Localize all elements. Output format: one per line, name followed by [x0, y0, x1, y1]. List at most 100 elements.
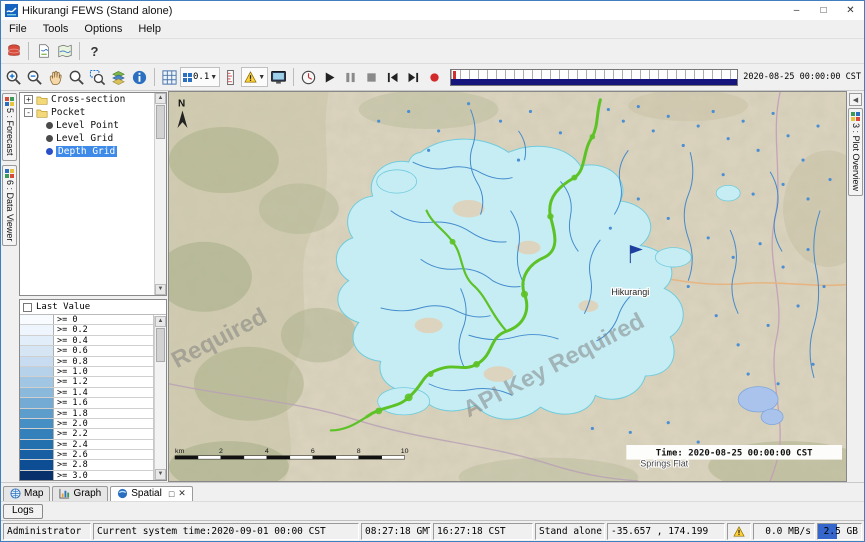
current-time-button[interactable] [298, 67, 319, 88]
timeline-slider[interactable] [450, 69, 738, 86]
zoom-in-button[interactable] [3, 67, 24, 88]
scrollbar-thumb[interactable] [156, 328, 165, 362]
layer-dot-icon [46, 122, 53, 129]
legend-row[interactable]: >= 0 [20, 315, 153, 325]
legend-row[interactable]: >= 0.8 [20, 357, 153, 367]
map-canvas[interactable]: API Key Required API Key Required Hikura… [169, 92, 846, 481]
play-button[interactable] [319, 67, 340, 88]
tree-item-level-grid[interactable]: Level Grid [20, 132, 166, 145]
legend-row[interactable]: >= 2.2 [20, 429, 153, 439]
sidebar-tab-plot-overview[interactable]: 3 : Plot Overview [848, 108, 863, 196]
layers-button[interactable] [108, 67, 129, 88]
legend-rows: >= 0>= 0.2>= 0.4>= 0.6>= 0.8>= 1.0>= 1.2… [20, 315, 154, 481]
sidebar-tab-forecast[interactable]: 5 : Forecast [2, 93, 17, 161]
minimize-button[interactable]: – [783, 1, 810, 20]
legend-row[interactable]: >= 1.6 [20, 398, 153, 408]
pan-button[interactable] [45, 67, 66, 88]
legend-row[interactable]: >= 0.2 [20, 325, 153, 335]
scale-button[interactable] [220, 67, 241, 88]
step-back-button[interactable] [382, 67, 403, 88]
zoom-region-button[interactable] [87, 67, 108, 88]
globe-icon [10, 488, 21, 499]
toolbar-separator [79, 42, 80, 60]
legend-row[interactable]: >= 2.8 [20, 460, 153, 470]
interval-dropdown[interactable]: 0.1 ▼ [180, 67, 220, 87]
legend-row[interactable]: >= 2.0 [20, 419, 153, 429]
panel-maximize-icon[interactable]: □ [169, 489, 174, 499]
map-town-label: Hikurangi [611, 287, 649, 297]
scroll-down-icon[interactable]: ▼ [155, 284, 166, 295]
close-button[interactable]: ✕ [837, 1, 864, 20]
monitor-icon [270, 70, 287, 85]
database-button[interactable] [3, 41, 24, 62]
legend-row[interactable]: >= 1.2 [20, 377, 153, 387]
tab-map[interactable]: Map [3, 486, 50, 501]
zoom-tool-button[interactable] [66, 67, 87, 88]
menu-file[interactable]: File [1, 20, 35, 38]
expand-icon[interactable]: + [24, 95, 33, 104]
map-display-button[interactable] [54, 41, 75, 62]
collapse-icon[interactable]: - [24, 108, 33, 117]
maximize-button[interactable]: □ [810, 1, 837, 20]
scroll-up-icon[interactable]: ▲ [155, 316, 166, 327]
help-button[interactable]: ? [84, 41, 105, 62]
last-value-checkbox[interactable] [23, 303, 32, 312]
tab-graph[interactable]: Graph [52, 486, 108, 501]
legend-row[interactable]: >= 1.0 [20, 367, 153, 377]
menu-help[interactable]: Help [130, 20, 169, 38]
application-window: Hikurangi FEWS (Stand alone) – □ ✕ File … [0, 0, 865, 542]
tree-scrollbar[interactable]: ▲ ▼ [154, 93, 166, 295]
info-icon [131, 69, 148, 86]
status-system-time: Current system time:2020-09-01 00:00 CST [93, 523, 359, 540]
legend-row[interactable]: >= 3.0 [20, 471, 153, 481]
status-warning-cell[interactable] [727, 523, 751, 540]
legend-panel: Last Value >= 0>= 0.2>= 0.4>= 0.6>= 0.8>… [19, 299, 167, 481]
tab-spatial[interactable]: Spatial □ ✕ [110, 486, 193, 501]
tree-item-cross-section[interactable]: + Cross-section [20, 93, 166, 106]
app-logo-icon [5, 4, 18, 17]
legend-label: >= 2.8 [54, 460, 88, 469]
legend-row[interactable]: >= 1.8 [20, 409, 153, 419]
map-viewport[interactable]: API Key Required API Key Required Hikura… [168, 91, 847, 482]
warning-icon [244, 71, 257, 83]
collapse-panel-button[interactable]: ◀ [849, 93, 862, 106]
display-button[interactable] [268, 67, 289, 88]
scroll-down-icon[interactable]: ▼ [155, 469, 166, 480]
stop-icon [364, 70, 379, 85]
tree-item-depth-grid[interactable]: Depth Grid [20, 145, 166, 158]
record-button[interactable] [424, 67, 445, 88]
stop-button[interactable] [361, 67, 382, 88]
legend-row[interactable]: >= 1.4 [20, 388, 153, 398]
pan-hand-icon [47, 69, 64, 86]
left-tab-strip: 5 : Forecast 6 : Data Viewer [1, 91, 18, 482]
legend-row[interactable]: >= 0.4 [20, 336, 153, 346]
legend-label: >= 1.2 [54, 377, 88, 386]
legend-row[interactable]: >= 2.6 [20, 450, 153, 460]
warning-dropdown[interactable]: ▼ [241, 67, 268, 87]
tree-item-pocket[interactable]: - Pocket [20, 106, 166, 119]
zoom-out-button[interactable] [24, 67, 45, 88]
logs-button[interactable]: Logs [3, 504, 43, 519]
bottom-tab-bar: Map Graph Spatial □ ✕ [1, 482, 864, 501]
menu-tools[interactable]: Tools [35, 20, 77, 38]
scrollbar-thumb[interactable] [156, 105, 165, 139]
scale-tick-label: 6 [311, 448, 315, 455]
legend-swatch [20, 315, 54, 324]
scroll-up-icon[interactable]: ▲ [155, 93, 166, 104]
legend-row[interactable]: >= 2.4 [20, 440, 153, 450]
legend-scrollbar[interactable]: ▲ ▼ [154, 316, 166, 480]
grid-button[interactable] [159, 67, 180, 88]
sidebar-tab-data-viewer[interactable]: 6 : Data Viewer [2, 165, 17, 246]
info-button[interactable] [129, 67, 150, 88]
tree-item-level-point[interactable]: Level Point [20, 119, 166, 132]
play-icon [322, 70, 337, 85]
menu-options[interactable]: Options [76, 20, 130, 38]
legend-row[interactable]: >= 0.6 [20, 346, 153, 356]
panel-close-icon[interactable]: ✕ [178, 488, 186, 499]
open-map-button[interactable] [33, 41, 54, 62]
record-icon [427, 70, 442, 85]
pause-button[interactable] [340, 67, 361, 88]
step-forward-button[interactable] [403, 67, 424, 88]
legend-swatch [20, 440, 54, 449]
map-time-label: Time: 2020-08-25 00:00:00 CST [656, 448, 813, 459]
